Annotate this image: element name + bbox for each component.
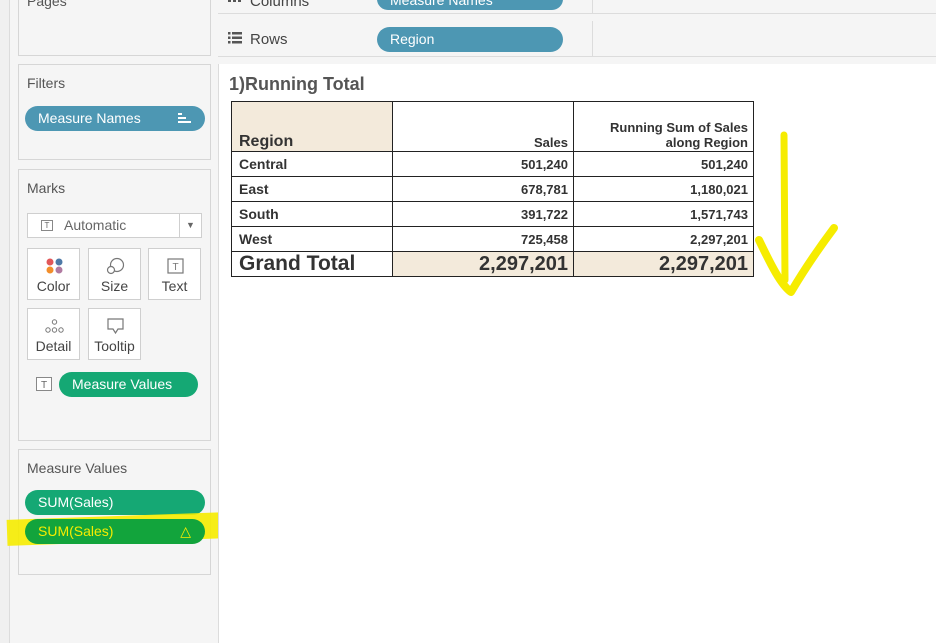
running-sum-header-line2: along Region [665, 135, 748, 150]
running-sum-header-line1: Running Sum of Sales [610, 120, 748, 135]
svg-text:T: T [41, 380, 47, 391]
size-icon [106, 257, 125, 275]
text-encoding-icon: T [36, 377, 52, 391]
delta-icon: △ [180, 523, 191, 539]
running-cell: 1,180,021 [573, 176, 754, 202]
sales-cell: 391,722 [392, 201, 574, 227]
table-row[interactable]: Central 501,240 501,240 [231, 151, 754, 177]
region-cell: West [231, 226, 393, 252]
mark-type-dropdown[interactable]: T Automatic ▼ [27, 213, 202, 238]
filters-card: Filters Measure Names [18, 64, 211, 160]
region-cell: Central [231, 151, 393, 177]
rows-shelf: Rows Region [218, 21, 936, 57]
size-label: Size [100, 278, 129, 294]
rows-shelf-label: Rows [250, 31, 288, 48]
table-row[interactable]: East 678,781 1,180,021 [231, 176, 754, 202]
marks-size-button[interactable]: Size [88, 248, 141, 300]
running-cell: 2,297,201 [573, 226, 754, 252]
chevron-down-icon: ▼ [179, 214, 201, 237]
mark-type-value: Automatic [64, 217, 127, 233]
text-pill-label: Measure Values [72, 376, 173, 392]
rows-pill-region[interactable]: Region [377, 27, 563, 52]
text-label: Text [161, 278, 188, 294]
measure-pill-running-label: SUM(Sales) [38, 523, 114, 539]
region-cell: East [231, 176, 393, 202]
grand-total-label: Grand Total [231, 251, 393, 277]
filter-sort-icon [178, 113, 191, 123]
pages-card: Pages [18, 0, 211, 56]
marks-title: Marks [27, 180, 66, 196]
columns-pill-label: Measure Names [390, 0, 493, 8]
tooltip-icon [107, 318, 124, 335]
sales-cell: 501,240 [392, 151, 574, 177]
filter-pill-measure-names[interactable]: Measure Names [25, 106, 205, 131]
marks-detail-button[interactable]: Detail [27, 308, 80, 360]
running-sum-header[interactable]: Running Sum of Sales along Region [573, 101, 754, 152]
columns-shelf: Columns Measure Names [218, 0, 936, 14]
filters-title: Filters [27, 75, 66, 91]
measure-pill-running-sum[interactable]: SUM(Sales) △ [25, 519, 205, 544]
tableau-workspace: Pages Filters Measure Names Marks T Auto… [0, 0, 936, 643]
worksheet-title: 1)Running Total [229, 74, 365, 94]
text-pill-measure-values[interactable]: Measure Values [59, 372, 198, 397]
measure-values-card: Measure Values SUM(Sales) SUM(Sales) △ [6, 449, 228, 575]
header-row: Region Sales Running Sum of Sales along … [231, 101, 754, 152]
rows-shelf-divider [592, 21, 593, 56]
region-cell: South [231, 201, 393, 227]
text-icon: T [167, 258, 184, 274]
pages-title: Pages [27, 0, 67, 9]
marks-text-button[interactable]: T Text [148, 248, 201, 300]
table-row[interactable]: West 725,458 2,297,201 [231, 226, 754, 252]
columns-shelf-label: Columns [250, 0, 310, 10]
columns-shelf-divider [592, 0, 593, 13]
text-mark-icon: T [41, 220, 53, 231]
running-cell: 1,571,743 [573, 201, 754, 227]
color-icon [46, 258, 63, 274]
detail-icon [45, 319, 64, 333]
sales-cell: 678,781 [392, 176, 574, 202]
worksheet-view: 1)Running Total Region Sales Running Sum… [218, 64, 936, 643]
running-cell: 501,240 [573, 151, 754, 177]
columns-shelf-icon [228, 0, 241, 2]
columns-pill-measure-names[interactable]: Measure Names [377, 0, 563, 10]
measure-pill-sales[interactable]: SUM(Sales) [25, 490, 205, 515]
marks-color-button[interactable]: Color [27, 248, 80, 300]
sales-cell: 725,458 [392, 226, 574, 252]
measure-pill-label: SUM(Sales) [38, 494, 114, 510]
marks-tooltip-button[interactable]: Tooltip [88, 308, 141, 360]
tooltip-label: Tooltip [94, 338, 135, 354]
grand-total-running: 2,297,201 [573, 251, 754, 277]
marks-card: Marks T Automatic ▼ Color Size T Text De… [18, 169, 211, 441]
rows-shelf-icon [228, 32, 242, 44]
grand-total-row[interactable]: Grand Total 2,297,201 2,297,201 [231, 251, 754, 277]
detail-label: Detail [35, 338, 72, 354]
left-edge-strip [0, 0, 10, 643]
rows-pill-label: Region [390, 31, 435, 47]
measure-values-title: Measure Values [27, 460, 128, 476]
sales-header[interactable]: Sales [392, 101, 574, 152]
down-arrow-annotation [755, 131, 838, 296]
grand-total-sales: 2,297,201 [392, 251, 574, 277]
region-header[interactable]: Region [231, 101, 393, 152]
color-label: Color [36, 278, 71, 294]
svg-text:T: T [172, 262, 178, 273]
crosstab-table: Region Sales Running Sum of Sales along … [231, 101, 754, 277]
table-row[interactable]: South 391,722 1,571,743 [231, 201, 754, 227]
filter-pill-label: Measure Names [38, 110, 141, 126]
